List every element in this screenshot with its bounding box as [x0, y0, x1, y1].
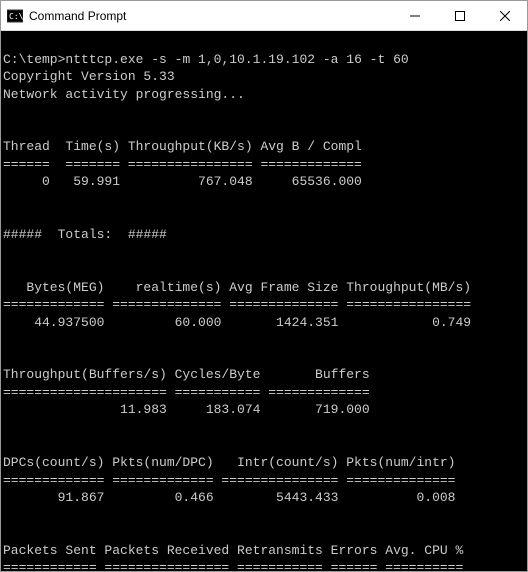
thread-header: Thread Time(s) Throughput(KB/s) Avg B / …: [3, 139, 362, 154]
terminal-icon: C:\: [7, 8, 23, 24]
bytes-header: Bytes(MEG) realtime(s) Avg Frame Size Th…: [3, 280, 471, 295]
blank-line: [3, 438, 11, 453]
svg-text:C:\: C:\: [9, 12, 23, 21]
throughput-header: Throughput(Buffers/s) Cycles/Byte Buffer…: [3, 367, 370, 382]
command-text: ntttcp.exe -s -m 1,0,10.1.19.102 -a 16 -…: [65, 52, 408, 67]
blank-line: [3, 104, 11, 119]
blank-line: [3, 262, 11, 277]
packets-header: Packets Sent Packets Received Retransmit…: [3, 543, 463, 558]
thread-divider: ====== ======= ================ ========…: [3, 157, 362, 172]
blank-line: [3, 525, 11, 540]
minimize-button[interactable]: [392, 1, 437, 30]
blank-line: [3, 192, 11, 207]
dpcs-row: 91.867 0.466 5443.433 0.008: [3, 490, 455, 505]
blank-line: [3, 508, 11, 523]
command-prompt-window: C:\ Command Prompt C:\temp>ntttcp.exe -s…: [0, 0, 528, 572]
blank-line: [3, 209, 11, 224]
bytes-row: 44.937500 60.000 1424.351 0.749: [3, 315, 471, 330]
titlebar[interactable]: C:\ Command Prompt: [1, 1, 527, 31]
blank-line: [3, 420, 11, 435]
totals-header: ##### Totals: #####: [3, 227, 167, 242]
window-title: Command Prompt: [29, 9, 392, 23]
dpcs-header: DPCs(count/s) Pkts(num/DPC) Intr(count/s…: [3, 455, 455, 470]
thread-row: 0 59.991 767.048 65536.000: [3, 174, 362, 189]
close-button[interactable]: [482, 1, 527, 30]
dpcs-divider: ============= ============= ============…: [3, 473, 455, 488]
blank-line: [3, 332, 11, 347]
blank-line: [3, 122, 11, 137]
blank-line: [3, 245, 11, 260]
window-controls: [392, 1, 527, 30]
bytes-divider: ============= ============== ===========…: [3, 297, 471, 312]
command-line: C:\temp>ntttcp.exe -s -m 1,0,10.1.19.102…: [3, 52, 409, 67]
maximize-button[interactable]: [437, 1, 482, 30]
packets-divider: ============ ================ ==========…: [3, 560, 463, 571]
prompt: C:\temp>: [3, 52, 65, 67]
terminal-output[interactable]: C:\temp>ntttcp.exe -s -m 1,0,10.1.19.102…: [1, 31, 527, 571]
copyright-line: Copyright Version 5.33: [3, 69, 175, 84]
progress-line: Network activity progressing...: [3, 87, 245, 102]
throughput-row: 11.983 183.074 719.000: [3, 402, 370, 417]
blank-line: [3, 350, 11, 365]
throughput-divider: ===================== =========== ======…: [3, 385, 370, 400]
